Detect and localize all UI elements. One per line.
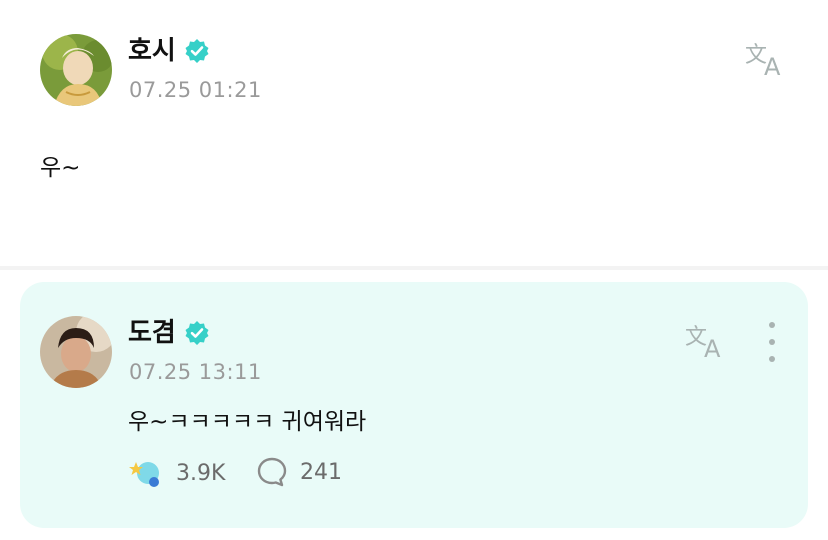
section-divider <box>0 266 828 270</box>
verified-badge-icon <box>185 39 209 63</box>
more-dot <box>769 322 775 328</box>
comment-timestamp: 07.25 13:11 <box>129 360 262 384</box>
reaction-icon <box>129 462 159 487</box>
author-name: 호시 <box>128 36 176 66</box>
more-vertical-icon[interactable] <box>764 322 780 362</box>
more-dot <box>769 356 775 362</box>
reply-button[interactable]: 241 <box>256 456 342 488</box>
post-text: 우~ <box>40 155 81 181</box>
post-timestamp: 07.25 01:21 <box>129 78 262 102</box>
translate-icon[interactable]: 文 A <box>684 322 730 362</box>
comment-author[interactable]: 도겸 <box>128 320 210 346</box>
author-name: 도겸 <box>128 318 176 348</box>
main-post: 호시 07.25 01:21 文 A 우~ <box>0 0 828 266</box>
avatar-hoshi[interactable] <box>40 34 112 106</box>
verified-badge-icon <box>185 321 209 345</box>
avatar-image <box>40 34 112 106</box>
like-count: 3.9K <box>176 460 226 486</box>
more-dot <box>769 339 775 345</box>
avatar-image <box>40 316 112 388</box>
post-author[interactable]: 호시 <box>128 38 210 64</box>
avatar-dokyeom[interactable] <box>40 316 112 388</box>
comment-card[interactable]: 도겸 07.25 13:11 文 A 우~ㅋㅋㅋㅋㅋ 귀여워라 3.9K 241 <box>20 282 808 528</box>
reply-count: 241 <box>300 459 342 485</box>
svg-text:A: A <box>764 53 781 80</box>
translate-icon[interactable]: 文 A <box>744 40 790 80</box>
svg-text:A: A <box>704 335 721 362</box>
comment-bubble-icon <box>257 457 287 487</box>
like-button[interactable]: 3.9K <box>128 456 225 490</box>
comment-text: 우~ㅋㅋㅋㅋㅋ 귀여워라 <box>128 409 367 435</box>
